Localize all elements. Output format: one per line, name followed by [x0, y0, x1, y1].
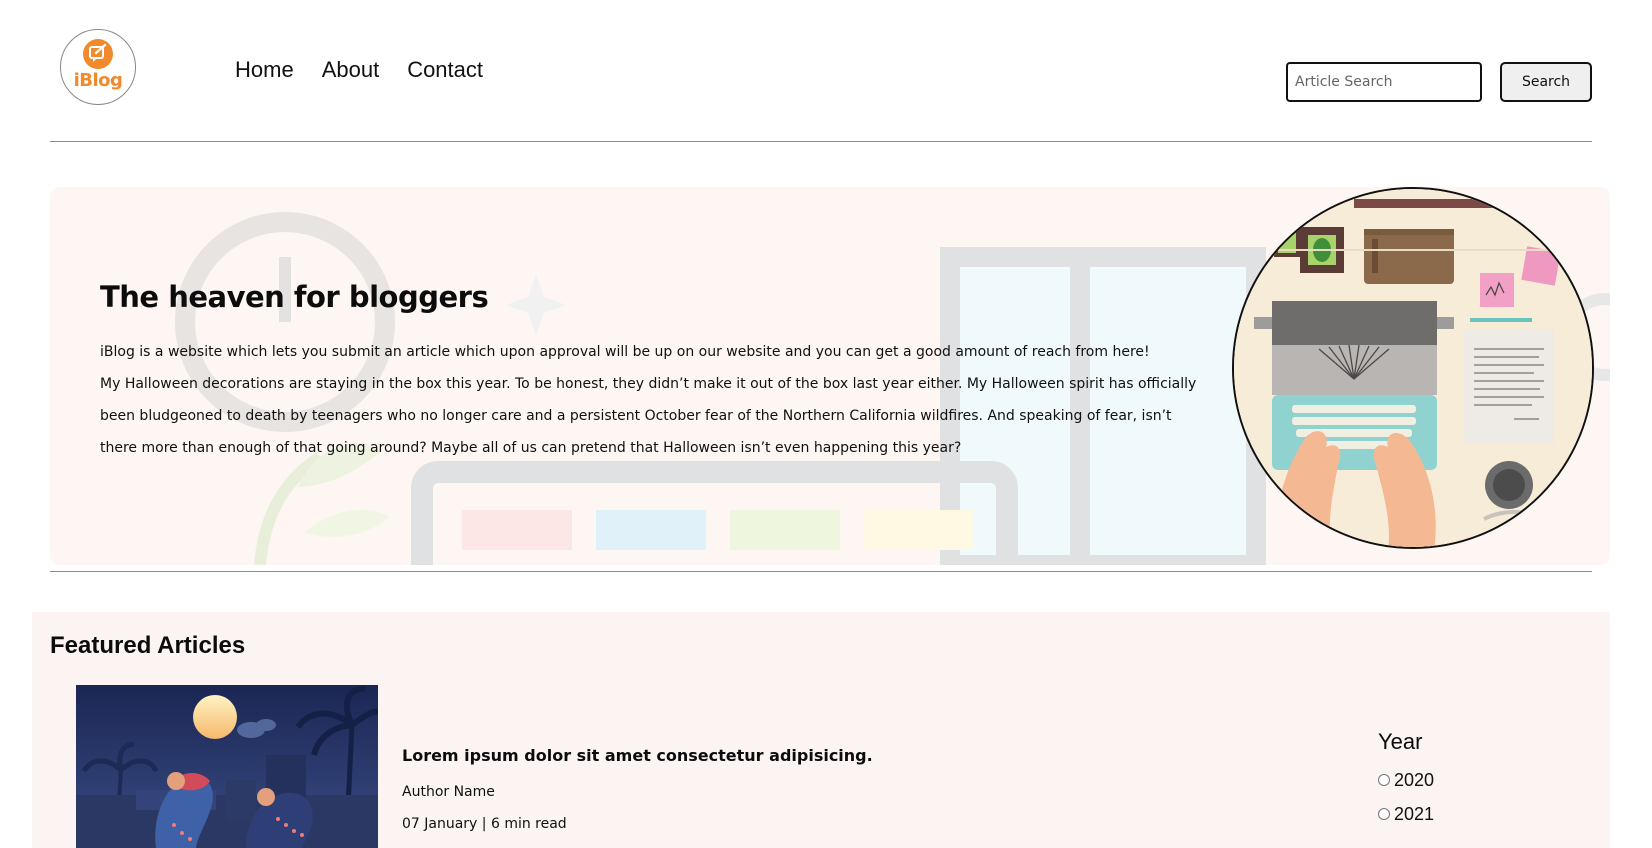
search-button[interactable]: Search [1500, 62, 1592, 102]
article-author: Author Name [402, 784, 495, 800]
year-2021-radio[interactable] [1378, 808, 1390, 820]
year-filter-title: Year [1378, 729, 1423, 754]
year-option-label: 2021 [1394, 803, 1435, 824]
article-thumbnail[interactable] [76, 685, 378, 848]
hero-title: The heaven for bloggers [100, 280, 489, 314]
main-nav: Home About Contact [235, 57, 483, 83]
nav-contact-link[interactable]: Contact [407, 57, 483, 83]
article-meta: 07 January | 6 min read [402, 816, 567, 832]
article-title[interactable]: Lorem ipsum dolor sit amet consectetur a… [402, 746, 873, 765]
featured-articles-section: Featured Articles Lorem ipsum dolor sit … [32, 612, 1610, 848]
header-divider [50, 141, 1592, 142]
logo[interactable]: iBlog [60, 29, 136, 105]
hero-banner: The heaven for bloggers iBlog is a websi… [50, 187, 1610, 565]
year-2020-radio[interactable] [1378, 774, 1390, 786]
hero-description: iBlog is a website which lets you submit… [100, 336, 1200, 464]
hero-paragraph-intro: iBlog is a website which lets you submit… [100, 344, 1150, 360]
year-option-label: 2020 [1394, 769, 1435, 790]
year-option-2020[interactable]: 2020 [1378, 763, 1434, 797]
logo-text: iBlog [73, 70, 123, 91]
year-filter: Year 2020 2021 [1378, 729, 1434, 831]
article-search-input[interactable] [1286, 62, 1482, 102]
year-option-2021[interactable]: 2021 [1378, 797, 1434, 831]
nav-about-link[interactable]: About [322, 57, 380, 83]
logo-chat-icon [83, 39, 113, 69]
hero-paragraph-body: My Halloween decorations are staying in … [100, 376, 1197, 456]
nav-home-link[interactable]: Home [235, 57, 294, 83]
hero-divider [50, 571, 1592, 572]
hero-typewriter-illustration [1232, 187, 1594, 549]
featured-title: Featured Articles [50, 632, 246, 659]
